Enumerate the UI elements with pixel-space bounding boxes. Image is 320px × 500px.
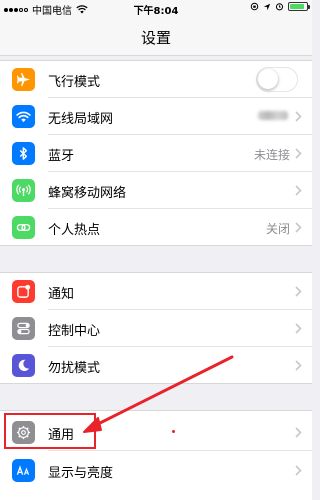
- alarm-icon: [275, 3, 284, 11]
- settings-row-label: 飞行模式: [48, 75, 101, 90]
- settings-row-cellular[interactable]: 蜂窝移动网络: [0, 172, 312, 209]
- chevron-right-icon: [295, 286, 302, 297]
- notifications-icon: [12, 280, 35, 303]
- wifi-icon: [12, 105, 35, 128]
- settings-row-label: 蓝牙: [48, 149, 75, 164]
- annotation-highlight-box: [4, 413, 96, 449]
- settings-row-label: 控制中心: [48, 324, 101, 339]
- airplane-icon: [12, 68, 35, 91]
- page-title: 设置: [140, 29, 171, 47]
- settings-row-label: 蜂窝移动网络: [48, 186, 127, 201]
- display-brightness-icon: [12, 459, 35, 482]
- orientation-lock-icon: [250, 2, 259, 11]
- moon-icon: [12, 354, 35, 377]
- settings-row-display-brightness[interactable]: 显示与亮度: [0, 452, 312, 489]
- chevron-right-icon: [295, 360, 302, 371]
- settings-row-label: 显示与亮度: [48, 466, 114, 481]
- settings-row-do-not-disturb[interactable]: 勿扰模式: [0, 347, 312, 384]
- hotspot-status-value: 关闭: [265, 222, 290, 236]
- settings-row-control-center[interactable]: 控制中心: [0, 310, 312, 347]
- bluetooth-status-value: 未连接: [253, 148, 290, 162]
- chevron-right-icon: [295, 427, 302, 438]
- hotspot-icon: [12, 216, 35, 239]
- chevron-right-icon: [295, 465, 302, 476]
- chevron-right-icon: [295, 222, 302, 233]
- navigation-bar: 设置: [0, 16, 312, 56]
- location-icon: [263, 3, 271, 10]
- chevron-right-icon: [295, 185, 302, 196]
- settings-row-airplane-mode: 飞行模式: [0, 61, 312, 98]
- chevron-right-icon: [295, 323, 302, 334]
- cellular-icon: [12, 179, 35, 202]
- airplane-mode-toggle[interactable]: [256, 67, 298, 92]
- settings-row-wlan[interactable]: 无线局域网: [0, 98, 312, 135]
- settings-row-bluetooth[interactable]: 蓝牙 未连接: [0, 135, 312, 172]
- settings-row-label: 个人热点: [48, 223, 101, 238]
- toggle-knob: [258, 69, 278, 89]
- settings-row-label: 无线局域网: [48, 112, 114, 127]
- chevron-right-icon: [295, 111, 302, 122]
- settings-group-connectivity: 飞行模式 无线局域网 蓝牙 未连接 蜂窝移动网络 个人热点 关闭: [0, 60, 312, 246]
- settings-row-personal-hotspot[interactable]: 个人热点 关闭: [0, 209, 312, 246]
- settings-group-system: 通知 控制中心 勿扰模式: [0, 272, 312, 384]
- annotation-dot: [172, 430, 175, 433]
- settings-row-label: 通知: [48, 287, 75, 302]
- battery-level: [290, 4, 305, 9]
- status-bar: 中国电信 下午8:04: [0, 0, 312, 17]
- chevron-right-icon: [295, 148, 302, 159]
- bluetooth-icon: [12, 142, 35, 165]
- battery-icon: [288, 2, 310, 11]
- control-center-icon: [12, 317, 35, 340]
- row-divider: [48, 450, 312, 451]
- settings-row-notifications[interactable]: 通知: [0, 273, 312, 310]
- wlan-network-name-blurred: [258, 111, 288, 120]
- settings-row-label: 勿扰模式: [48, 361, 101, 376]
